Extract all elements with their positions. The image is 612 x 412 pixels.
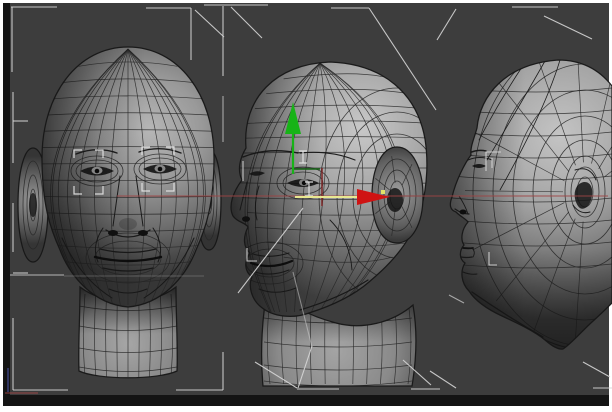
- viewport-shadow-left: [3, 3, 10, 406]
- gizmo-tip-dot: [381, 190, 385, 194]
- viewport-3d[interactable]: [0, 0, 612, 412]
- screenshot-frame: [0, 0, 612, 412]
- viewport-shadow-bottom: [3, 395, 609, 406]
